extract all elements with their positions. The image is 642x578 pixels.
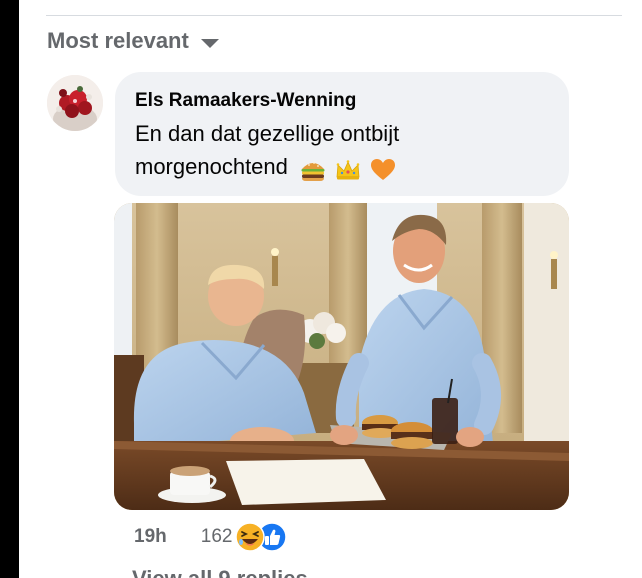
view-replies-link[interactable]: View all 9 replies [132,566,308,578]
comment-time-link[interactable]: 19h [134,526,167,548]
breakfast-scene-image [114,203,569,510]
orange-heart-emoji [371,158,396,180]
top-divider [46,15,622,16]
comment-text: En dan dat gezellige ontbijt morgenochte… [135,117,549,185]
comment-sort-dropdown[interactable]: Most relevant [47,28,219,54]
left-panel-edge [0,0,19,578]
laughing-face-icon[interactable] [235,522,266,552]
avatar-flowers-image [47,75,103,131]
sort-label: Most relevant [47,28,189,53]
hamburger-emoji [301,161,325,181]
crown-emoji [336,160,360,180]
reaction-count[interactable]: 162 [201,526,233,548]
comment-thread: Most relevant Els Ramaakers-Wenning En d… [0,0,642,578]
comment-text-line1: En dan dat gezellige ontbijt [135,121,400,146]
avatar[interactable] [47,75,103,131]
comment-emojis [300,152,399,185]
caret-down-icon [200,38,219,48]
comment-bubble: Els Ramaakers-Wenning En dan dat gezelli… [115,72,569,196]
comment-text-line2: morgenochtend [135,154,288,179]
comment-image[interactable] [114,203,569,510]
comment-meta-row: 19h 162 [134,520,334,554]
comment-author[interactable]: Els Ramaakers-Wenning [135,88,549,114]
